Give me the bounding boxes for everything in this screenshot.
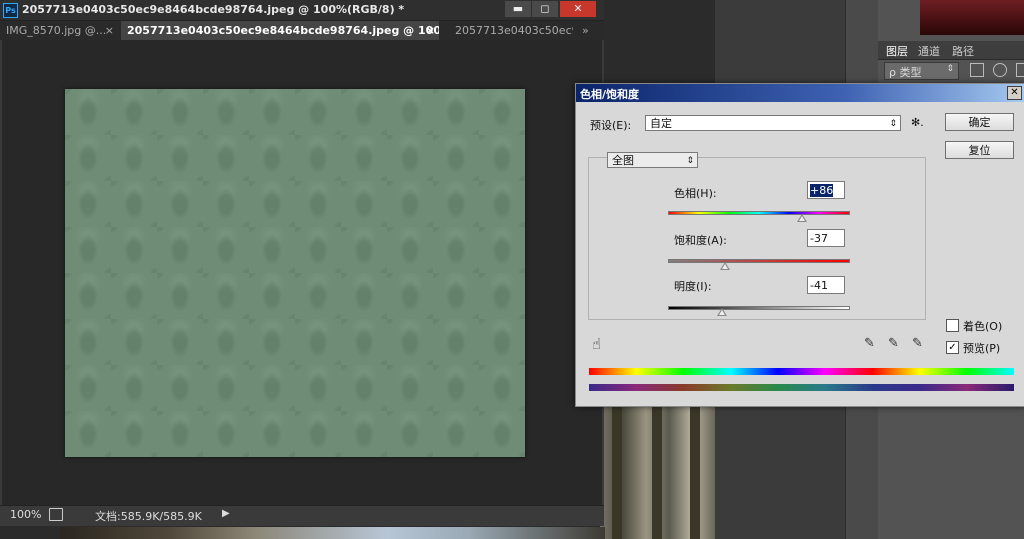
hue-slider-thumb[interactable] (797, 214, 808, 222)
tab-paths[interactable]: 路径 (952, 43, 974, 59)
zoom-level[interactable]: 100% (10, 508, 41, 521)
share-icon[interactable] (49, 508, 63, 521)
colorize-checkbox[interactable] (946, 319, 959, 332)
output-spectrum-bar (589, 384, 1014, 391)
damask-pattern-image[interactable] (65, 89, 525, 457)
background-photo-stalk (690, 405, 700, 539)
adjustment-filter-icon[interactable] (993, 63, 1007, 77)
tab-layers[interactable]: 图层 (886, 43, 908, 59)
preview-checkbox[interactable]: ✓ (946, 341, 959, 354)
chevron-updown-icon: ⇕ (946, 64, 954, 74)
eyedropper-minus-icon[interactable]: ✎ (912, 336, 923, 351)
input-spectrum-bar (589, 368, 1014, 375)
color-picker-swatch[interactable] (920, 0, 1024, 35)
dialog-close-button[interactable]: ✕ (1007, 86, 1022, 100)
close-tab-icon[interactable]: × (426, 21, 435, 40)
saturation-slider-thumb[interactable] (720, 262, 731, 270)
saturation-value: -37 (810, 232, 828, 245)
targeted-adjustment-hand-icon[interactable]: ☝ (592, 335, 601, 353)
lightness-slider-track[interactable] (668, 306, 850, 310)
eyedropper-plus-icon[interactable]: ✎ (888, 336, 899, 351)
restore-button[interactable]: ◻ (532, 1, 558, 17)
lightness-value-input[interactable]: -41 (807, 276, 845, 294)
hue-label: 色相(H): (674, 187, 717, 200)
background-photo-bottom (60, 527, 605, 539)
dialog-title: 色相/饱和度 (580, 88, 640, 101)
lightness-value: -41 (810, 279, 828, 292)
dialog-title-bar[interactable]: 色相/饱和度 ✕ (576, 84, 1024, 102)
background-photo (600, 405, 715, 539)
preview-label[interactable]: 预览(P) (963, 340, 1000, 356)
tab-label: 2057713e0403c50ec9e8 (455, 24, 573, 37)
hue-slider-track[interactable] (668, 211, 850, 215)
reset-button[interactable]: 复位 (945, 141, 1014, 159)
background-photo-stalk (612, 405, 622, 539)
saturation-value-input[interactable]: -37 (807, 229, 845, 247)
document-size: 文档:585.9K/585.9K (95, 510, 202, 523)
panel-tabs: 图层 通道 路径 (878, 41, 1024, 60)
close-window-button[interactable]: ✕ (560, 1, 596, 17)
preset-value: 自定 (650, 117, 672, 130)
tabs-overflow-icon[interactable]: » (580, 21, 602, 40)
minimize-button[interactable]: ▬ (505, 1, 531, 17)
tab-label: 2057713e0403c50ec9e8464bcde98764.jpeg @ … (127, 24, 439, 37)
eyedropper-icon[interactable]: ✎ (864, 336, 875, 351)
lightness-slider-thumb[interactable] (716, 308, 727, 316)
lightness-label: 明度(I): (674, 280, 712, 293)
close-tab-icon[interactable]: × (105, 21, 114, 40)
hue-value-input[interactable]: +86 (807, 181, 845, 199)
document-status-bar (0, 505, 604, 526)
tab-active-document[interactable]: 2057713e0403c50ec9e8464bcde98764.jpeg @ … (121, 21, 439, 40)
document-tabs: IMG_8570.jpg @... × 2057713e0403c50ec9e8… (0, 21, 604, 41)
tab-img-8570[interactable]: IMG_8570.jpg @... × (0, 21, 118, 40)
colorize-label[interactable]: 着色(O) (963, 318, 1002, 334)
layer-filter-label: ρ 类型 (889, 66, 922, 79)
saturation-slider-track[interactable] (668, 259, 850, 263)
preset-options-gear-icon[interactable]: ✻. (911, 116, 924, 129)
tab-label: IMG_8570.jpg @... (6, 24, 107, 37)
document-title: 2057713e0403c50ec9e8464bcde98764.jpeg @ … (22, 3, 405, 16)
background-photo-stalk (652, 405, 662, 539)
tab-channels[interactable]: 通道 (918, 43, 940, 59)
adjustment-group (588, 157, 926, 320)
hue-value: +86 (810, 184, 834, 197)
chevron-updown-icon: ⇕ (889, 119, 897, 129)
document-title-bar: Ps 2057713e0403c50ec9e8464bcde98764.jpeg… (0, 0, 604, 21)
tab-other-document[interactable]: 2057713e0403c50ec9e8 (449, 21, 573, 40)
preset-select[interactable]: 自定 ⇕ (645, 115, 901, 131)
photoshop-logo-icon: Ps (3, 3, 18, 18)
saturation-label: 饱和度(A): (674, 234, 727, 247)
image-filter-icon[interactable] (970, 63, 984, 77)
type-filter-icon[interactable] (1016, 63, 1024, 77)
channel-value: 全图 (612, 154, 634, 167)
layer-filter-select[interactable]: ρ 类型 ⇕ (884, 62, 959, 80)
status-menu-arrow-icon[interactable]: ▶ (222, 508, 230, 519)
hue-saturation-dialog: 色相/饱和度 ✕ 预设(E): 自定 ⇕ ✻. 确定 复位 全图 ⇕ 色相(H)… (575, 83, 1024, 407)
channel-select[interactable]: 全图 ⇕ (607, 152, 698, 168)
ok-button[interactable]: 确定 (945, 113, 1014, 131)
chevron-updown-icon: ⇕ (686, 156, 694, 166)
preset-label: 预设(E): (590, 119, 632, 132)
